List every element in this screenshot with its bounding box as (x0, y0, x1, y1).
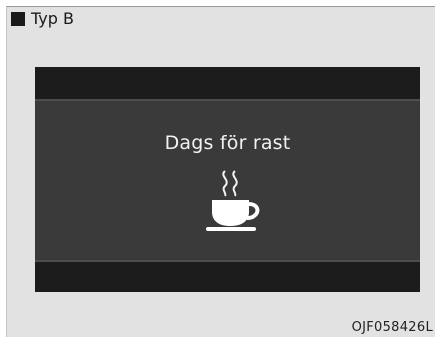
steam-line-left (222, 170, 228, 197)
rest-message: Dags för rast (164, 132, 291, 154)
image-code: OJF058426L (351, 320, 433, 335)
figure-header: Typ B (11, 9, 74, 29)
steam-line-right (232, 170, 238, 197)
display-bottom-bar (35, 260, 420, 292)
instrument-cluster-display: Dags för rast (35, 67, 420, 292)
display-top-bar (35, 67, 420, 101)
square-bullet-icon (11, 12, 25, 26)
saucer (206, 227, 256, 231)
figure-title: Typ B (31, 9, 74, 28)
figure-frame: Typ B Dags för rast OJF058426L (6, 6, 435, 337)
cup-body (212, 200, 249, 226)
coffee-cup-icon (206, 170, 260, 231)
